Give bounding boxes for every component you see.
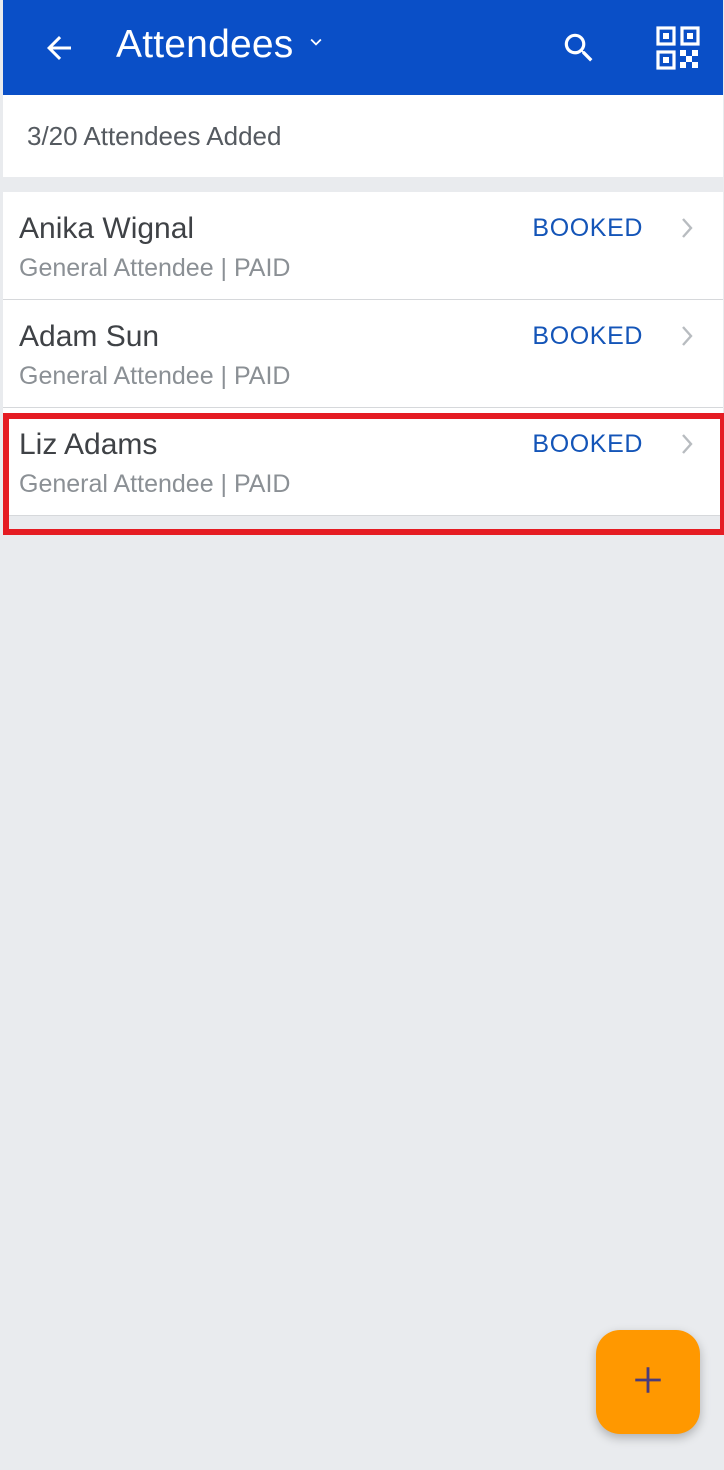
attendee-details: General Attendee | PAID bbox=[19, 470, 291, 498]
search-button[interactable] bbox=[551, 22, 607, 78]
attendee-details: General Attendee | PAID bbox=[19, 362, 291, 390]
attendee-count-text: 3/20 Attendees Added bbox=[27, 121, 282, 151]
chevron-right-icon bbox=[677, 324, 697, 348]
attendee-status: BOOKED bbox=[532, 322, 643, 350]
page-title: Attendees bbox=[116, 23, 294, 66]
attendee-row[interactable]: Anika Wignal General Attendee | PAID BOO… bbox=[3, 192, 723, 300]
attendee-row[interactable]: Adam Sun General Attendee | PAID BOOKED bbox=[3, 300, 723, 408]
attendee-list: Anika Wignal General Attendee | PAID BOO… bbox=[3, 192, 723, 516]
attendee-status: BOOKED bbox=[532, 430, 643, 458]
attendee-name: Adam Sun bbox=[19, 320, 160, 353]
app-bar: Attendees bbox=[3, 0, 723, 95]
back-button[interactable] bbox=[31, 22, 87, 78]
attendee-status: BOOKED bbox=[532, 214, 643, 242]
attendee-count-bar: 3/20 Attendees Added bbox=[3, 95, 723, 177]
qr-scan-button[interactable] bbox=[650, 22, 706, 78]
search-icon bbox=[560, 29, 598, 72]
chevron-right-icon bbox=[677, 216, 697, 240]
chevron-down-icon bbox=[305, 31, 327, 53]
chevron-right-icon bbox=[677, 432, 697, 456]
attendee-row[interactable]: Liz Adams General Attendee | PAID BOOKED bbox=[3, 408, 723, 516]
attendee-name: Liz Adams bbox=[19, 428, 158, 461]
attendee-name: Anika Wignal bbox=[19, 212, 195, 245]
add-attendee-button[interactable] bbox=[596, 1330, 700, 1434]
title-dropdown[interactable]: Attendees bbox=[116, 20, 327, 70]
arrow-left-icon bbox=[41, 30, 77, 71]
plus-icon bbox=[631, 1363, 665, 1402]
qr-code-icon bbox=[654, 24, 702, 77]
attendee-details: General Attendee | PAID bbox=[19, 254, 291, 282]
